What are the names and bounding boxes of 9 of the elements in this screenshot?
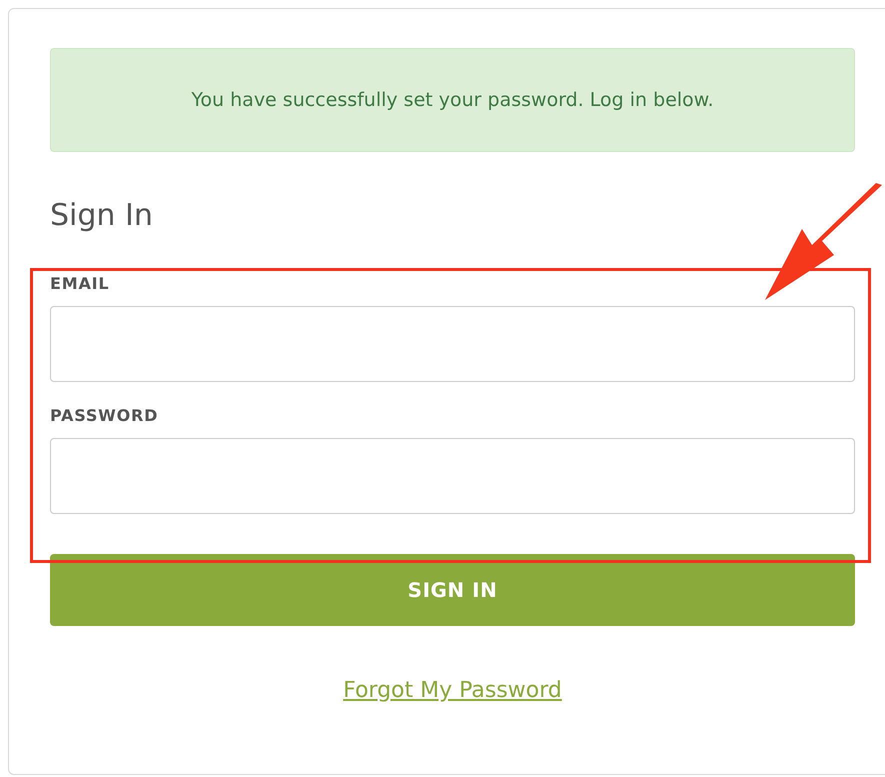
sign-in-button[interactable]: SIGN IN	[50, 554, 855, 626]
input-field[interactable]	[50, 438, 855, 514]
success-message: You have successfully set your password. Log in below.	[191, 88, 714, 113]
field-label: EMAIL	[50, 274, 110, 294]
field-label: PASSWORD	[50, 406, 160, 426]
forgot-password-link[interactable]: Forgot My Password	[343, 674, 562, 707]
input-field[interactable]	[50, 306, 855, 382]
sign-in-heading: Sign In	[50, 197, 154, 235]
arrow-icon	[762, 183, 884, 303]
